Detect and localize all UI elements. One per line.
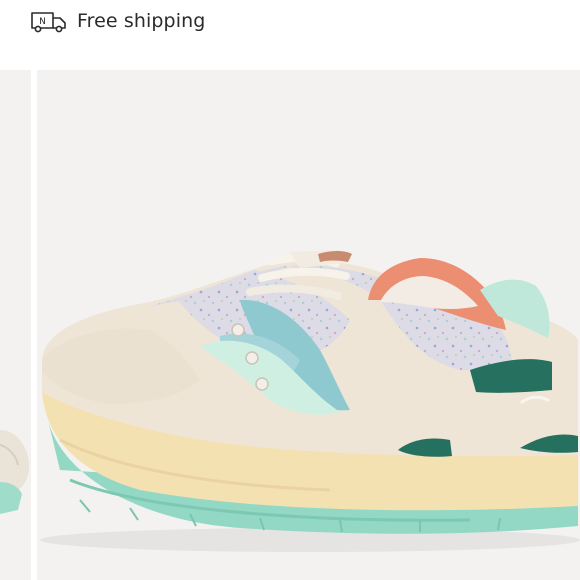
sneaker-product-photo	[40, 250, 580, 552]
previous-product-image[interactable]	[0, 70, 31, 580]
free-shipping-label: Free shipping	[77, 10, 206, 32]
page: N Free shipping	[0, 0, 580, 580]
delivery-truck-icon: N	[31, 12, 66, 33]
main-product-image[interactable]	[37, 70, 580, 580]
product-image-gallery[interactable]	[0, 70, 580, 580]
shipping-badge-letter: N	[39, 17, 46, 27]
sneaker-thumbnail-partial	[0, 430, 30, 514]
free-shipping-row: N Free shipping	[30, 6, 205, 36]
